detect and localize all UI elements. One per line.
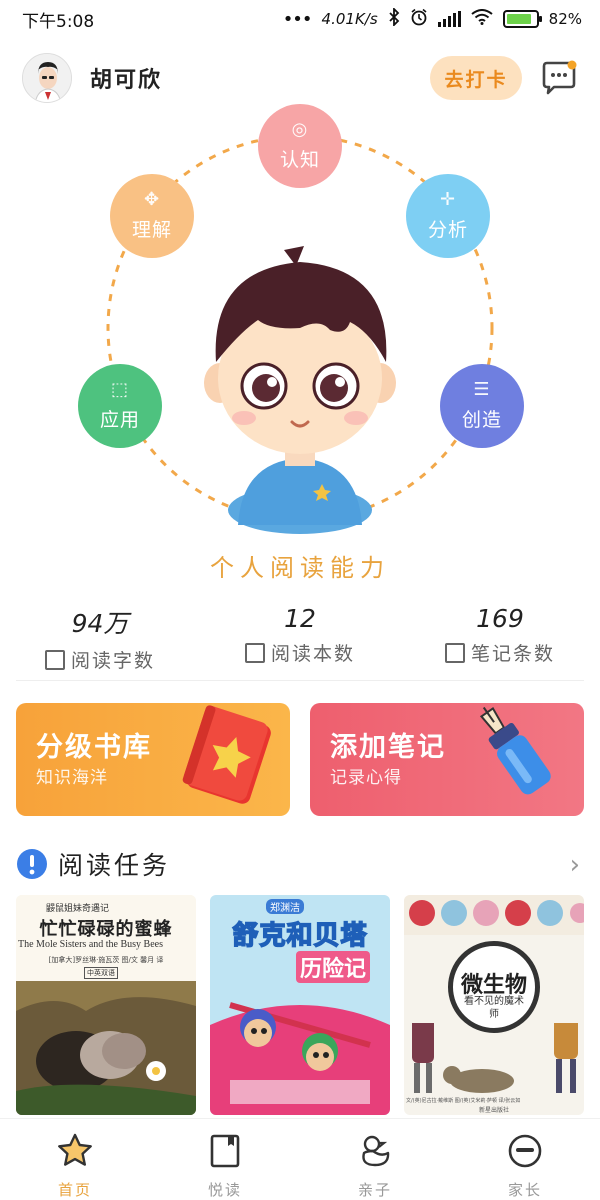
book-cover-mole-sisters[interactable]: 鼹鼠姐妹奇遇记 忙忙碌碌的蜜蜂 The Mole Sisters and the… xyxy=(16,895,196,1115)
ability-node-creation[interactable]: ☰ 创造 xyxy=(440,364,524,448)
ability-node-cognition[interactable]: ◎ 认知 xyxy=(258,104,342,188)
book-publisher: 新星出版社 xyxy=(478,1107,509,1114)
book-series: 鼹鼠姐妹奇遇记 xyxy=(46,904,110,914)
boy-illustration xyxy=(204,246,396,534)
info-icon xyxy=(17,849,47,879)
nav-read[interactable]: 悦读 xyxy=(150,1131,300,1200)
status-icons: ••• 4.01K/s 82% xyxy=(282,6,582,30)
nav-label: 家长 xyxy=(507,1181,542,1199)
card-title: 添加笔记 xyxy=(330,732,446,763)
nav-family[interactable]: 亲子 xyxy=(300,1131,450,1200)
book-series: 郑渊洁 xyxy=(266,899,304,914)
reading-tasks-header[interactable]: 阅读任务 › xyxy=(16,844,584,884)
avatar[interactable] xyxy=(22,53,72,103)
stat-books[interactable]: 12 阅读本数 xyxy=(200,604,400,666)
stat-label-row: 笔记条数 xyxy=(400,639,600,666)
stat-label: 笔记条数 xyxy=(470,643,555,665)
ability-node-label: 分析 xyxy=(427,218,468,241)
dots-pattern xyxy=(404,895,584,935)
star-icon xyxy=(58,1133,92,1166)
book-credit: [加拿大]罗丝琳·施瓦茨 图/文 馨月 译 xyxy=(48,956,164,964)
book-credit: 文/(英)尼古拉·戴维斯 图/(英)艾米莉·萨顿 译/张云如 xyxy=(406,1098,521,1104)
book-title: 舒克和贝塔 xyxy=(232,920,368,952)
ability-node-understanding[interactable]: ✥ 理解 xyxy=(110,174,194,258)
stat-label: 阅读字数 xyxy=(70,650,155,672)
stat-label: 阅读本数 xyxy=(270,643,355,665)
status-time: 下午5:08 xyxy=(22,11,95,32)
stat-notes[interactable]: 169 笔记条数 xyxy=(400,604,600,666)
bluetooth-icon xyxy=(388,6,400,30)
stat-label-row: 阅读字数 xyxy=(0,646,200,673)
ability-node-label: 理解 xyxy=(131,218,172,241)
move-arrows-icon: ✛ xyxy=(439,188,457,210)
battery-icon xyxy=(502,10,542,28)
status-bar: 下午5:08 ••• 4.01K/s 82% xyxy=(0,0,600,38)
book-subtitle: 看不见的魔术师 xyxy=(464,996,524,1020)
book-cover-shuke-beita[interactable]: 郑渊洁 舒克和贝塔 历险记 xyxy=(210,895,390,1115)
red-book-icon xyxy=(182,705,271,804)
ability-node-application[interactable]: ⬚ 应用 xyxy=(78,364,162,448)
nav-parents[interactable]: 家长 xyxy=(450,1131,600,1200)
nav-label: 悦读 xyxy=(207,1181,242,1199)
book-subtitle: 历险记 xyxy=(296,951,371,983)
stat-words[interactable]: 94万 阅读字数 xyxy=(0,604,200,673)
net-speed: 4.01K/s xyxy=(321,10,378,28)
compass-icon: ✥ xyxy=(143,188,161,210)
card-subtitle: 知识海洋 xyxy=(36,768,108,788)
ability-node-label: 认知 xyxy=(279,148,320,171)
reading-tasks-title: 阅读任务 xyxy=(58,851,171,880)
nav-home[interactable]: 首页 xyxy=(0,1131,150,1200)
target-icon: ◎ xyxy=(291,118,309,140)
pen-icon xyxy=(479,706,551,795)
book-title: 忙忙碌碌的蜜蜂 xyxy=(39,919,173,940)
card-subtitle: 记录心得 xyxy=(330,768,402,788)
ability-node-analysis[interactable]: ✛ 分析 xyxy=(406,174,490,258)
stat-label-row: 阅读本数 xyxy=(200,639,400,666)
book-icon xyxy=(210,1134,240,1168)
profile-header: 胡可欣 去打卡 xyxy=(22,52,582,104)
card-title: 分级书库 xyxy=(36,732,152,763)
book-title-en: The Mole Sisters and the Busy Bees xyxy=(18,939,163,950)
more-dots-icon: ••• xyxy=(282,8,313,30)
username: 胡可欣 xyxy=(90,68,163,93)
graded-library-card[interactable]: 分级书库 知识海洋 xyxy=(16,703,290,816)
grid-icon: ☰ xyxy=(473,378,491,400)
bottom-nav: 首页 悦读 亲子 家长 xyxy=(0,1118,600,1200)
mice-illustration xyxy=(210,1002,390,1115)
book-tag: 中英双语 xyxy=(84,967,118,979)
divider xyxy=(16,680,584,681)
frame-icon: ⬚ xyxy=(110,378,129,400)
face-icon xyxy=(508,1134,542,1168)
ability-node-label: 应用 xyxy=(99,408,140,431)
alarm-icon xyxy=(410,8,428,30)
stat-value: 12 xyxy=(284,604,316,633)
reading-stats: 94万 阅读字数 12 阅读本数 169 笔记条数 xyxy=(0,604,600,674)
checkin-button[interactable]: 去打卡 xyxy=(430,56,522,100)
message-icon[interactable] xyxy=(540,60,578,96)
ability-title: 个人阅读能力 xyxy=(210,554,390,582)
edit-icon xyxy=(444,642,465,663)
wifi-icon xyxy=(471,9,493,29)
book-icon xyxy=(244,642,265,663)
reading-ability-panel: ◎ 认知 ✥ 理解 ✛ 分析 ⬚ 应用 ☰ 创造 个人阅读能力 xyxy=(0,100,600,590)
stat-value: 169 xyxy=(476,604,524,633)
signal-icon xyxy=(437,11,461,27)
chevron-right-icon[interactable]: › xyxy=(570,850,580,880)
battery-percent: 82% xyxy=(548,10,582,28)
stat-value: 94万 xyxy=(71,609,129,638)
ability-node-label: 创造 xyxy=(461,408,502,431)
duck-icon xyxy=(362,1135,390,1167)
list-icon xyxy=(44,649,65,670)
mole-illustration xyxy=(16,981,196,1115)
add-note-card[interactable]: 添加笔记 记录心得 xyxy=(310,703,584,816)
nav-label: 首页 xyxy=(57,1181,92,1199)
nav-label: 亲子 xyxy=(357,1181,392,1199)
book-cover-microbes[interactable]: 微生物 看不见的魔术师 文/(英)尼古拉·戴维斯 图/(英)艾米莉·萨顿 译/张… xyxy=(404,895,584,1115)
